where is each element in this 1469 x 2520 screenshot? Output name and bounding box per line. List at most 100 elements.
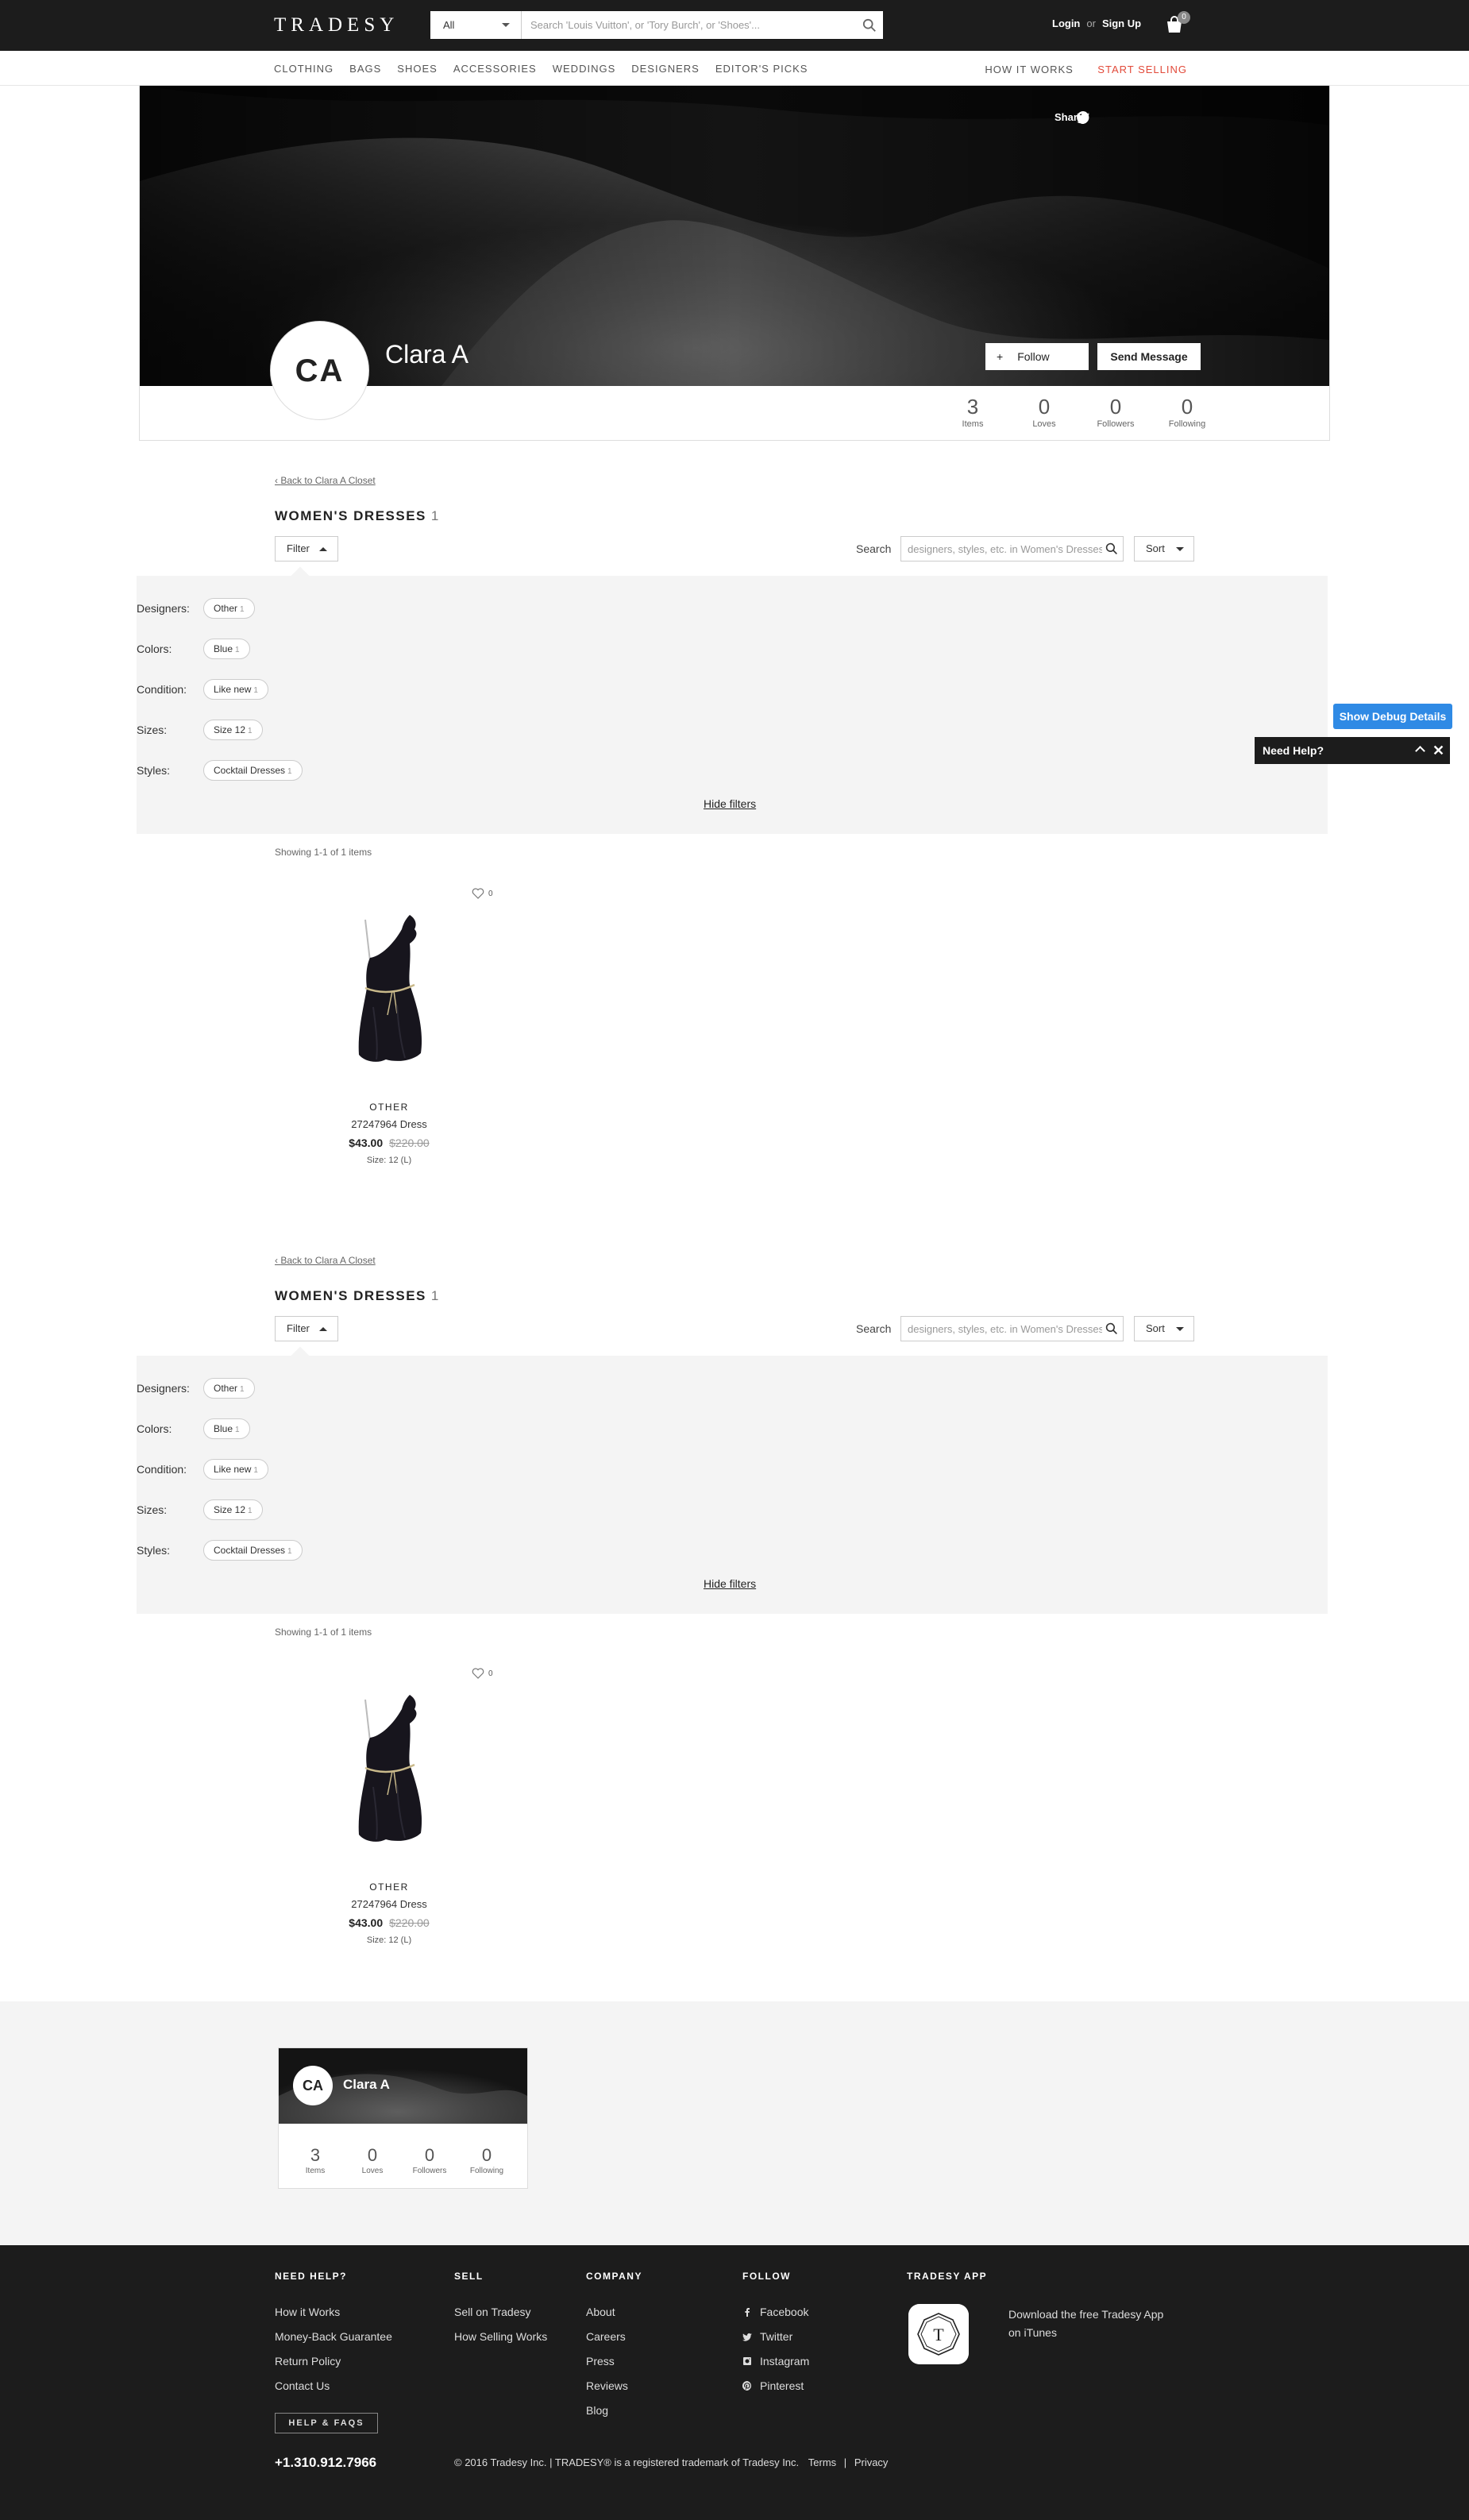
- privacy-link[interactable]: Privacy: [854, 2456, 889, 2468]
- filter-chip[interactable]: Other 1: [203, 1378, 255, 1399]
- nav-start-selling[interactable]: START SELLING: [1097, 64, 1187, 75]
- product-image[interactable]: [341, 912, 429, 1071]
- footer-link-need_help-0[interactable]: How it Works: [275, 2306, 392, 2318]
- need-help-widget[interactable]: Need Help? ✕: [1255, 737, 1450, 764]
- filter-chip[interactable]: Cocktail Dresses 1: [203, 760, 303, 781]
- filter-chip[interactable]: Like new 1: [203, 1459, 268, 1480]
- filter-chip[interactable]: Blue 1: [203, 1418, 250, 1439]
- footer-profile-area: [0, 2001, 1469, 2245]
- stat-0[interactable]: 3 Items: [937, 396, 1008, 429]
- filter-row: Colors: Blue 1: [137, 639, 250, 659]
- filter-label: Filter: [287, 1322, 310, 1334]
- sort-dropdown[interactable]: Sort: [1134, 536, 1194, 562]
- footer-link-need_help-1[interactable]: Money-Back Guarantee: [275, 2330, 392, 2343]
- search-category-select[interactable]: All: [430, 11, 522, 39]
- stat-3[interactable]: 0 Following: [1151, 396, 1223, 429]
- back-link-label: Back to Clara A Closet: [280, 475, 376, 486]
- filter-row-label: Colors:: [137, 1422, 172, 1435]
- copyright-text: © 2016 Tradesy Inc. | TRADESY® is a regi…: [454, 2456, 800, 2468]
- filter-chip[interactable]: Size 12 1: [203, 720, 263, 740]
- back-to-closet-link[interactable]: ‹ Back to Clara A Closet: [275, 475, 376, 486]
- back-to-closet-link[interactable]: ‹ Back to Clara A Closet: [275, 1255, 376, 1266]
- tradesy-app-icon[interactable]: T: [908, 2304, 969, 2364]
- tradesy-logo[interactable]: TRADESY: [274, 14, 399, 37]
- signup-link[interactable]: Sign Up: [1102, 17, 1141, 29]
- nav-how-it-works[interactable]: HOW IT WORKS: [985, 64, 1073, 75]
- stat-label: Following: [1168, 419, 1206, 429]
- filter-chip[interactable]: Like new 1: [203, 679, 268, 700]
- closet-search-box: [900, 1316, 1124, 1341]
- stat-3[interactable]: 0 Following: [458, 2145, 515, 2176]
- nav-item-0[interactable]: CLOTHING: [274, 63, 334, 75]
- product-name[interactable]: 27247964 Dress: [310, 1898, 468, 1910]
- footer-link-company-4[interactable]: Blog: [586, 2404, 642, 2417]
- filter-chip[interactable]: Size 12 1: [203, 1499, 263, 1520]
- nav-item-4[interactable]: WEDDINGS: [553, 63, 616, 75]
- sort-dropdown[interactable]: Sort: [1134, 1316, 1194, 1341]
- mini-profile-card[interactable]: CA Clara A 3 Items 0 Loves 0 Followers 0 Follow…: [278, 2047, 528, 2189]
- global-search-input[interactable]: [530, 11, 848, 39]
- footer-link-company-2[interactable]: Press: [586, 2355, 642, 2368]
- footer-link-follow-3[interactable]: Pinterest: [742, 2379, 809, 2392]
- footer-link-follow-0[interactable]: Facebook: [742, 2306, 809, 2318]
- stat-1[interactable]: 0 Loves: [344, 2146, 401, 2176]
- footer-link-need_help-3[interactable]: Contact Us: [275, 2379, 392, 2392]
- love-button[interactable]: 0: [472, 1668, 493, 1679]
- filter-row-label: Styles:: [137, 1544, 171, 1557]
- filter-chip[interactable]: Blue 1: [203, 639, 250, 659]
- pinterest-icon[interactable]: [1077, 111, 1089, 124]
- search-icon[interactable]: [862, 18, 877, 33]
- nav-item-3[interactable]: ACCESSORIES: [453, 63, 537, 75]
- footer-link-company-1[interactable]: Careers: [586, 2330, 642, 2343]
- filter-chip-label: Cocktail Dresses: [214, 1545, 286, 1556]
- love-button[interactable]: 0: [472, 888, 493, 899]
- show-debug-details-button[interactable]: Show Debug Details: [1333, 704, 1452, 729]
- closet-search-input[interactable]: [908, 1317, 1102, 1341]
- stat-value: 0: [481, 2145, 492, 2165]
- sort-label: Sort: [1146, 1322, 1165, 1334]
- stat-1[interactable]: 0 Loves: [1008, 396, 1080, 429]
- stat-0[interactable]: 3 Items: [287, 2146, 344, 2176]
- footer-link-follow-2[interactable]: Instagram: [742, 2355, 809, 2368]
- footer-link-sell-0[interactable]: Sell on Tradesy: [454, 2306, 547, 2318]
- closet-search-input[interactable]: [908, 537, 1102, 561]
- stat-2[interactable]: 0 Followers: [1080, 396, 1151, 429]
- filter-toggle-button[interactable]: Filter: [275, 1316, 338, 1341]
- footer-link-follow-1[interactable]: Twitter: [742, 2330, 809, 2343]
- hide-filters-link[interactable]: Hide filters: [704, 797, 756, 810]
- app-download-text[interactable]: Download the free Tradesy App on iTunes: [1008, 2306, 1167, 2342]
- filter-panel-pointer: [291, 1346, 310, 1365]
- product-name[interactable]: 27247964 Dress: [310, 1118, 468, 1130]
- results-count-text: Showing 1-1 of 1 items: [275, 847, 372, 858]
- search-icon[interactable]: [1105, 542, 1118, 555]
- filter-chip[interactable]: Other 1: [203, 598, 255, 619]
- footer-link-sell-1[interactable]: How Selling Works: [454, 2330, 547, 2343]
- product-image[interactable]: [341, 1692, 429, 1850]
- filter-chip[interactable]: Cocktail Dresses 1: [203, 1540, 303, 1561]
- login-link[interactable]: Login: [1052, 17, 1080, 29]
- global-search-bar: All: [430, 11, 883, 39]
- chevron-down-icon: [1176, 1327, 1184, 1331]
- nav-item-6[interactable]: EDITOR'S PICKS: [715, 63, 808, 75]
- stat-2[interactable]: 0 Followers: [401, 2146, 458, 2176]
- send-message-button[interactable]: Send Message: [1097, 343, 1201, 370]
- chevron-up-icon[interactable]: [1415, 746, 1425, 756]
- nav-item-5[interactable]: DESIGNERS: [631, 63, 700, 75]
- profile-name: Clara A: [385, 340, 468, 369]
- help-faqs-button[interactable]: HELP & FAQS: [275, 2413, 378, 2433]
- follow-label: Follow: [1017, 350, 1050, 363]
- terms-link[interactable]: Terms: [808, 2456, 836, 2468]
- hide-filters-link[interactable]: Hide filters: [704, 1577, 756, 1590]
- search-icon[interactable]: [1105, 1322, 1118, 1335]
- close-icon[interactable]: ✕: [1432, 737, 1444, 764]
- footer-link-company-3[interactable]: Reviews: [586, 2379, 642, 2392]
- auth-links: Login or Sign Up: [1052, 17, 1141, 29]
- filter-toggle-button[interactable]: Filter: [275, 536, 338, 562]
- footer-link-need_help-2[interactable]: Return Policy: [275, 2355, 392, 2368]
- follow-button[interactable]: + Follow: [985, 343, 1089, 370]
- closet-profile-card: Share: Clara A + Follow Send Message CA 3…: [139, 85, 1330, 441]
- nav-item-2[interactable]: SHOES: [397, 63, 438, 75]
- stat-label: Items: [962, 419, 984, 429]
- footer-link-company-0[interactable]: About: [586, 2306, 642, 2318]
- nav-item-1[interactable]: BAGS: [349, 63, 381, 75]
